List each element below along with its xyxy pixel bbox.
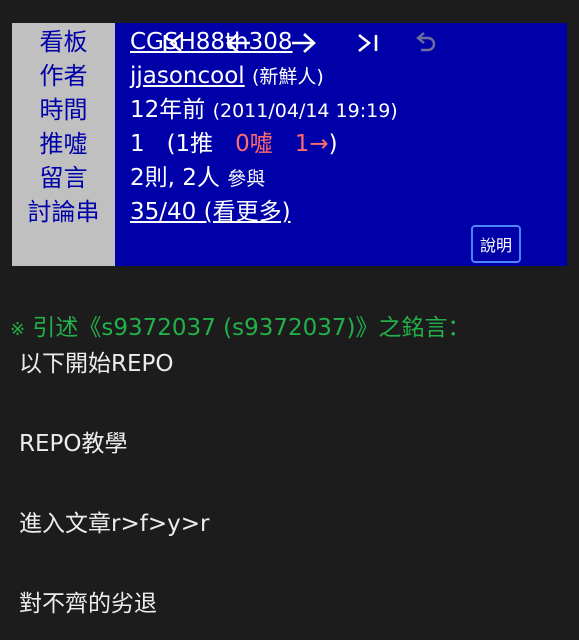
time-row: 12年前 (2011/04/14 19:19) bbox=[130, 93, 567, 127]
push-open: (1推 bbox=[166, 131, 214, 157]
time-ago: 12年前 bbox=[130, 97, 206, 123]
help-label: 說明 bbox=[479, 236, 512, 255]
prev-page-button[interactable] bbox=[219, 23, 259, 63]
body-line: 進入文章r>f>y>r bbox=[19, 511, 210, 537]
arrow-left-icon bbox=[226, 33, 250, 53]
body-blank-line bbox=[19, 384, 559, 424]
comment-row: 2則, 2人 參與 bbox=[130, 161, 567, 195]
body-blank-line bbox=[19, 544, 559, 584]
next-page-button[interactable] bbox=[283, 23, 323, 63]
label-push: 推噓 bbox=[39, 130, 88, 158]
quote-text: 引述《s9372037 (s9372037)》之銘言： bbox=[32, 315, 471, 341]
push-total: 1 bbox=[130, 131, 145, 157]
body-blank-line bbox=[19, 464, 559, 504]
body-line: REPO教學 bbox=[19, 431, 128, 457]
header-values: CGSH88th308 jjasoncool (新鮮人) 12年前 (2011/… bbox=[115, 23, 567, 266]
label-author: 作者 bbox=[39, 62, 88, 90]
body-line: 以下開始REPO bbox=[19, 351, 174, 377]
push-boo: 0噓 bbox=[235, 131, 273, 157]
article-header: 看板 作者 時間 推噓 留言 討論串 CGSH88th308 jjasoncoo… bbox=[12, 23, 567, 266]
push-close: ) bbox=[328, 131, 338, 157]
quote-header: ※ 引述《s9372037 (s9372037)》之銘言： bbox=[10, 308, 471, 342]
last-page-button[interactable] bbox=[347, 23, 387, 63]
label-comment: 留言 bbox=[39, 164, 88, 192]
label-board: 看板 bbox=[39, 28, 88, 56]
quote-mark: ※ bbox=[10, 319, 26, 340]
arrow-right-icon bbox=[292, 33, 316, 53]
push-row: 1 (1推 0噓 1→) bbox=[130, 127, 567, 161]
push-arrow: 1→ bbox=[294, 131, 329, 157]
thread-link[interactable]: 35/40 (看更多) bbox=[130, 199, 291, 225]
author-tag: (新鮮人) bbox=[252, 66, 324, 88]
article-body: 以下開始REPO REPO教學 進入文章r>f>y>r 對不齊的劣退 bbox=[19, 344, 559, 624]
label-thread: 討論串 bbox=[27, 198, 100, 226]
undo-icon bbox=[416, 32, 436, 52]
undo-button[interactable] bbox=[405, 23, 445, 63]
first-page-icon bbox=[163, 33, 182, 53]
comments-count: 2則, 2人 bbox=[130, 165, 220, 191]
author-row: jjasoncool (新鮮人) bbox=[130, 59, 567, 93]
thread-row: 35/40 (看更多) bbox=[130, 195, 567, 229]
comments-suffix: 參與 bbox=[227, 168, 266, 190]
time-full: (2011/04/14 19:19) bbox=[212, 100, 398, 122]
body-line: 對不齊的劣退 bbox=[19, 591, 157, 617]
last-page-icon bbox=[358, 33, 378, 53]
author-link[interactable]: jjasoncool bbox=[130, 63, 245, 89]
header-labels: 看板 作者 時間 推噓 留言 討論串 bbox=[12, 23, 115, 266]
first-page-button[interactable] bbox=[155, 23, 195, 63]
help-button[interactable]: 說明 bbox=[471, 225, 521, 263]
label-time: 時間 bbox=[39, 96, 88, 124]
